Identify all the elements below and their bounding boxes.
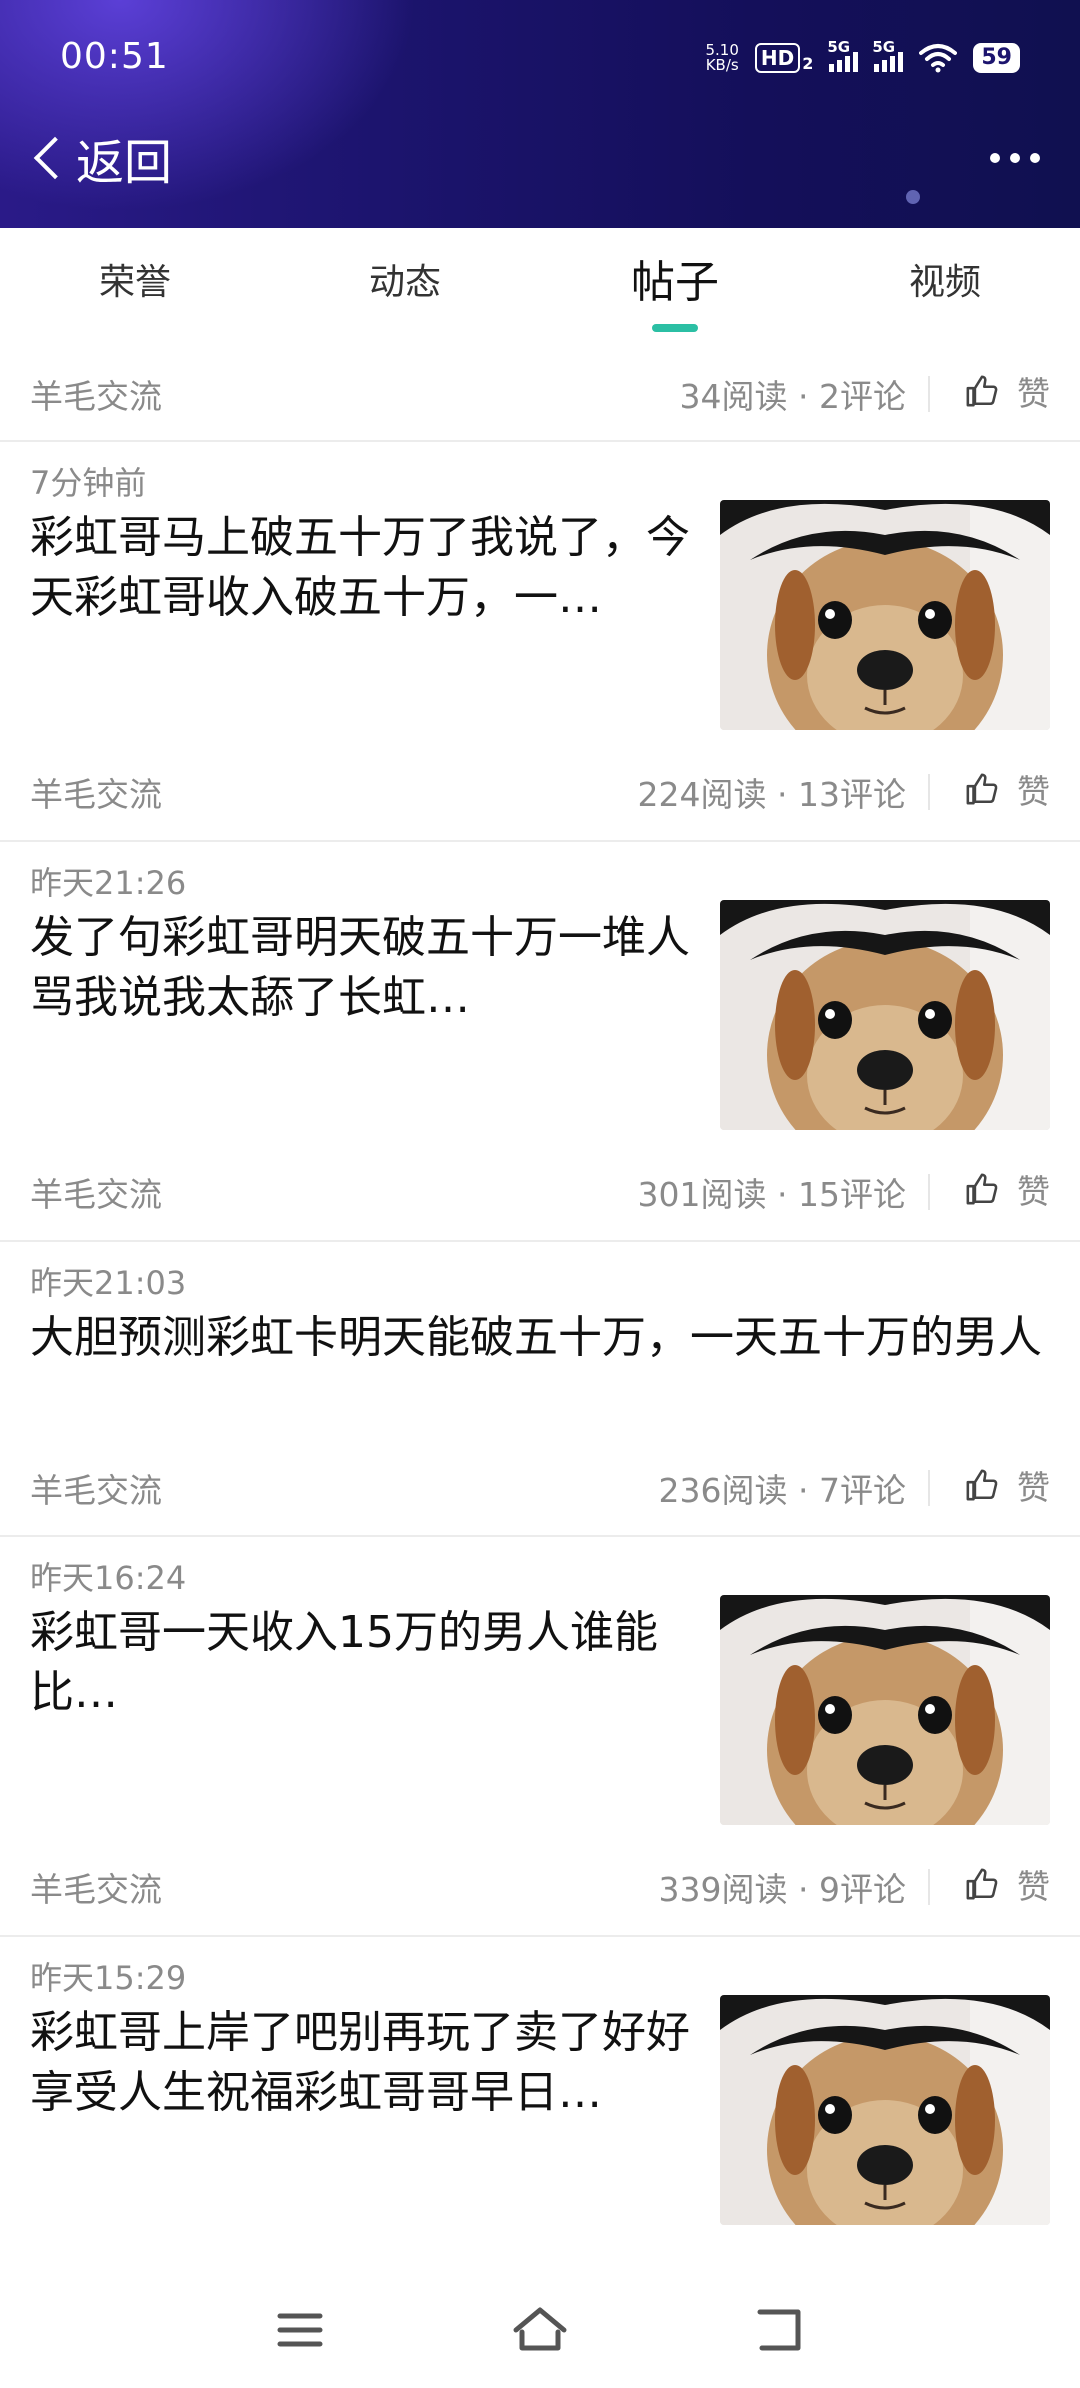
post-meta-row: 羊毛交流 301阅读 · 15评论 赞	[0, 1144, 1080, 1240]
puppy-image	[720, 500, 1050, 730]
back-nav-icon[interactable]	[750, 2300, 810, 2360]
status-time: 00:51	[60, 36, 169, 77]
battery-icon: 59	[973, 43, 1020, 73]
post-meta-row: 羊毛交流 236阅读 · 7评论 赞	[0, 1440, 1080, 1536]
post-time: 7分钟前	[30, 464, 147, 502]
signal-icon-sim2: 5G	[872, 38, 904, 72]
group-tag[interactable]: 羊毛交流	[30, 370, 162, 418]
post-item[interactable]: 昨天16:24 彩虹哥一天收入15万的男人谁能比… 羊毛交流 339阅读 · 9…	[0, 1537, 1080, 1937]
post-title[interactable]: 彩虹哥马上破五十万了我说了，今天彩虹哥收入破五十万，一…	[30, 508, 705, 628]
post-feed: 羊毛交流 34阅读 · 2评论 赞 7分钟前 彩虹哥马上破五十万了我说了，今天彩…	[0, 346, 1080, 2237]
post-title[interactable]: 彩虹哥一天收入15万的男人谁能比…	[30, 1603, 705, 1723]
header: 00:51 5.10 KB/s HD 2 5G 5G 59 返回	[0, 0, 1080, 228]
post-title[interactable]: 彩虹哥上岸了吧别再玩了卖了好好享受人生祝福彩虹哥哥早日…	[30, 2003, 705, 2123]
back-label: 返回	[76, 135, 173, 191]
wifi-icon	[919, 44, 958, 73]
post-title[interactable]: 发了句彩虹哥明天破五十万一堆人骂我说我太舔了长虹…	[30, 908, 705, 1028]
thumbs-up-icon	[966, 1173, 998, 1205]
thumbs-up-icon	[966, 1469, 998, 1501]
thumbs-up-icon	[966, 773, 998, 805]
post-stats: 34阅读 · 2评论	[679, 377, 906, 416]
post-thumbnail[interactable]	[720, 500, 1050, 730]
like-button[interactable]: 赞	[965, 1460, 1050, 1510]
group-tag[interactable]: 羊毛交流	[30, 1464, 162, 1512]
post-stats: 224阅读 · 13评论	[637, 775, 906, 814]
nav-bar: 返回	[0, 118, 1080, 198]
back-chevron-icon	[33, 136, 77, 180]
post-time: 昨天21:26	[30, 864, 187, 902]
post-item[interactable]: 昨天21:26 发了句彩虹哥明天破五十万一堆人骂我说我太舔了长虹… 羊毛交流 3…	[0, 842, 1080, 1242]
post-time: 昨天21:03	[30, 1264, 187, 1302]
more-button[interactable]	[990, 138, 1040, 178]
post-title[interactable]: 大胆预测彩虹卡明天能破五十万，一天五十万的男人	[30, 1308, 1050, 1368]
tab-videos[interactable]: 视频	[810, 228, 1080, 346]
more-dots-icon	[990, 153, 1000, 163]
tab-honor[interactable]: 荣誉	[0, 228, 270, 346]
like-button[interactable]: 赞	[965, 366, 1050, 416]
thumbs-up-icon	[966, 375, 998, 407]
group-tag[interactable]: 羊毛交流	[30, 1863, 162, 1911]
like-button[interactable]: 赞	[965, 1164, 1050, 1214]
post-thumbnail[interactable]	[720, 1595, 1050, 1825]
hd-indicator: HD 2	[754, 43, 813, 73]
post-stats: 301阅读 · 15评论	[637, 1175, 906, 1214]
tab-posts[interactable]: 帖子	[540, 228, 810, 346]
back-button[interactable]: 返回	[30, 118, 172, 198]
net-speed: 5.10 KB/s	[705, 41, 739, 74]
post-item[interactable]: 昨天15:29 彩虹哥上岸了吧别再玩了卖了好好享受人生祝福彩虹哥哥早日…	[0, 1937, 1080, 2237]
post-stats: 339阅读 · 9评论	[658, 1870, 906, 1909]
group-tag[interactable]: 羊毛交流	[30, 768, 162, 816]
post-meta-row: 羊毛交流 339阅读 · 9评论 赞	[0, 1839, 1080, 1935]
like-button[interactable]: 赞	[965, 1859, 1050, 1909]
post-thumbnail[interactable]	[720, 1995, 1050, 2225]
post-stats: 236阅读 · 7评论	[658, 1471, 906, 1510]
post-time: 昨天15:29	[30, 1959, 187, 1997]
post-item[interactable]: 7分钟前 彩虹哥马上破五十万了我说了，今天彩虹哥收入破五十万，一… 羊毛交流 2…	[0, 442, 1080, 842]
puppy-image	[720, 1995, 1050, 2225]
tab-activity[interactable]: 动态	[270, 228, 540, 346]
tab-bar: 荣誉 动态 帖子 视频	[0, 228, 1080, 346]
post-time: 昨天16:24	[30, 1559, 187, 1597]
hd-icon: HD	[754, 43, 801, 73]
post-meta-row: 羊毛交流 34阅读 · 2评论 赞	[0, 346, 1080, 440]
system-nav-bar	[0, 2270, 1080, 2388]
puppy-image	[720, 1595, 1050, 1825]
menu-icon[interactable]	[270, 2300, 330, 2360]
puppy-image	[720, 900, 1050, 1130]
home-icon[interactable]	[510, 2300, 570, 2360]
signal-icon-sim1: 5G	[827, 38, 859, 72]
post-meta-row: 羊毛交流 224阅读 · 13评论 赞	[0, 744, 1080, 840]
group-tag[interactable]: 羊毛交流	[30, 1168, 162, 1216]
post-thumbnail[interactable]	[720, 900, 1050, 1130]
status-icons: 5.10 KB/s HD 2 5G 5G 59	[705, 38, 1020, 78]
post-item[interactable]: 昨天21:03 大胆预测彩虹卡明天能破五十万，一天五十万的男人 羊毛交流 236…	[0, 1242, 1080, 1537]
thumbs-up-icon	[966, 1868, 998, 1900]
decorative-orb	[906, 190, 920, 204]
status-bar: 00:51 5.10 KB/s HD 2 5G 5G 59	[0, 0, 1080, 110]
like-button[interactable]: 赞	[965, 764, 1050, 814]
